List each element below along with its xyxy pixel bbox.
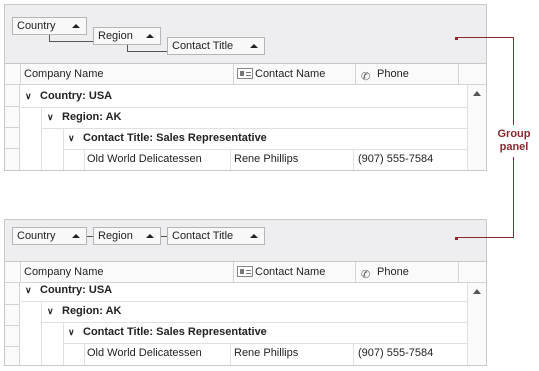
column-header-label: Phone (377, 68, 409, 80)
group-button-label: Country (17, 20, 56, 32)
column-header-company-name[interactable]: Company Name (21, 262, 234, 282)
group-button-label: Region (98, 230, 133, 242)
group-button-contact-title[interactable]: Contact Title (167, 37, 265, 55)
sort-ascending-icon (250, 44, 258, 48)
chevron-down-icon[interactable]: ∨ (25, 280, 33, 301)
phone-icon: ✆ (361, 71, 371, 83)
cell-divider (353, 149, 354, 170)
group-row-contact-title[interactable]: ∨ Contact Title: Sales Representative (68, 128, 267, 149)
cell-divider (230, 343, 231, 365)
cell-divider (353, 343, 354, 365)
column-header-label: Contact Name (255, 68, 326, 80)
row-indicator-column (5, 85, 20, 170)
chevron-down-icon[interactable]: ∨ (25, 86, 33, 107)
sort-ascending-icon (250, 234, 258, 238)
group-panel[interactable]: Country Region Contact Title (5, 220, 486, 262)
column-header-row: Company Name Contact Name ✆ Phone (5, 64, 486, 85)
column-header-company-name[interactable]: Company Name (21, 64, 234, 84)
grid-top: Country Region Contact Title Company Nam… (4, 4, 487, 171)
sort-ascending-icon (72, 24, 80, 28)
phone-icon: ✆ (361, 269, 371, 281)
group-row-country[interactable]: ∨ Country: USA (25, 86, 112, 107)
sort-ascending-icon (146, 34, 154, 38)
row-indicator-header (5, 64, 21, 84)
group-row-text: Contact Title: Sales Representative (83, 132, 267, 144)
column-header-label: Company Name (24, 68, 104, 80)
group-row-contact-title[interactable]: ∨ Contact Title: Sales Representative (68, 322, 267, 343)
group-panel[interactable]: Country Region Contact Title (5, 5, 486, 64)
column-header-phone[interactable]: ✆ Phone (356, 64, 459, 84)
column-header-label: Phone (377, 266, 409, 278)
contact-card-icon (237, 68, 253, 79)
group-button-country[interactable]: Country (12, 227, 87, 245)
group-button-country[interactable]: Country (12, 17, 87, 35)
group-button-label: Region (98, 30, 133, 42)
group-button-region[interactable]: Region (93, 227, 161, 245)
group-indent-line (41, 107, 42, 170)
chevron-down-icon[interactable]: ∨ (47, 301, 55, 322)
group-button-label: Contact Title (172, 230, 234, 242)
group-row-region[interactable]: ∨ Region: AK (47, 107, 121, 128)
cell-contact-name[interactable]: Rene Phillips (234, 149, 298, 170)
scroll-up-icon[interactable] (473, 91, 481, 96)
cell-phone[interactable]: (907) 555-7584 (358, 149, 433, 170)
sort-ascending-icon (72, 234, 80, 238)
callout-line-top (458, 37, 514, 38)
scroll-up-icon[interactable] (473, 289, 481, 294)
cell-contact-name[interactable]: Rene Phillips (234, 343, 298, 364)
group-row-region[interactable]: ∨ Region: AK (47, 301, 121, 322)
group-row-text: Country: USA (40, 284, 113, 296)
cell-phone[interactable]: (907) 555-7584 (358, 343, 433, 364)
callout-line-vertical-bottom (513, 157, 514, 238)
cell-divider (230, 149, 231, 170)
vertical-scrollbar[interactable] (467, 283, 486, 365)
contact-card-icon (237, 266, 253, 277)
chevron-down-icon[interactable]: ∨ (47, 107, 55, 128)
group-button-region[interactable]: Region (93, 27, 161, 45)
callout-line-vertical-top (513, 37, 514, 125)
grid-bottom: Country Region Contact Title Company Nam… (4, 219, 487, 366)
group-row-text: Region: AK (62, 305, 122, 317)
vertical-scrollbar[interactable] (467, 85, 486, 170)
chevron-down-icon[interactable]: ∨ (68, 322, 76, 343)
callout-line-bottom (458, 237, 514, 238)
cell-company-name[interactable]: Old World Delicatessen (87, 343, 202, 364)
column-header-contact-name[interactable]: Contact Name (234, 64, 356, 84)
row-indicator-column (5, 283, 20, 365)
group-button-contact-title[interactable]: Contact Title (167, 227, 265, 245)
column-header-phone[interactable]: ✆ Phone (356, 262, 459, 282)
column-header-label: Company Name (24, 266, 104, 278)
callout-label-line1: Group (497, 128, 531, 140)
column-header-contact-name[interactable]: Contact Name (234, 262, 356, 282)
callout-label-line2: panel (499, 141, 529, 153)
group-row-text: Region: AK (62, 111, 122, 123)
group-panel-callout-label: Group panel (491, 128, 537, 154)
group-indent-line (84, 343, 85, 365)
chevron-down-icon[interactable]: ∨ (68, 128, 76, 149)
group-row-text: Country: USA (40, 90, 113, 102)
group-row-text: Contact Title: Sales Representative (83, 326, 267, 338)
group-button-label: Contact Title (172, 40, 234, 52)
cell-company-name[interactable]: Old World Delicatessen (87, 149, 202, 170)
sort-ascending-icon (146, 234, 154, 238)
group-connector (49, 41, 93, 42)
group-button-label: Country (17, 230, 56, 242)
group-indent-line (41, 301, 42, 365)
group-row-country[interactable]: ∨ Country: USA (25, 280, 112, 301)
group-connector (127, 51, 167, 52)
row-indicator-header (5, 262, 21, 282)
column-header-label: Contact Name (255, 266, 326, 278)
group-indent-line (84, 149, 85, 170)
